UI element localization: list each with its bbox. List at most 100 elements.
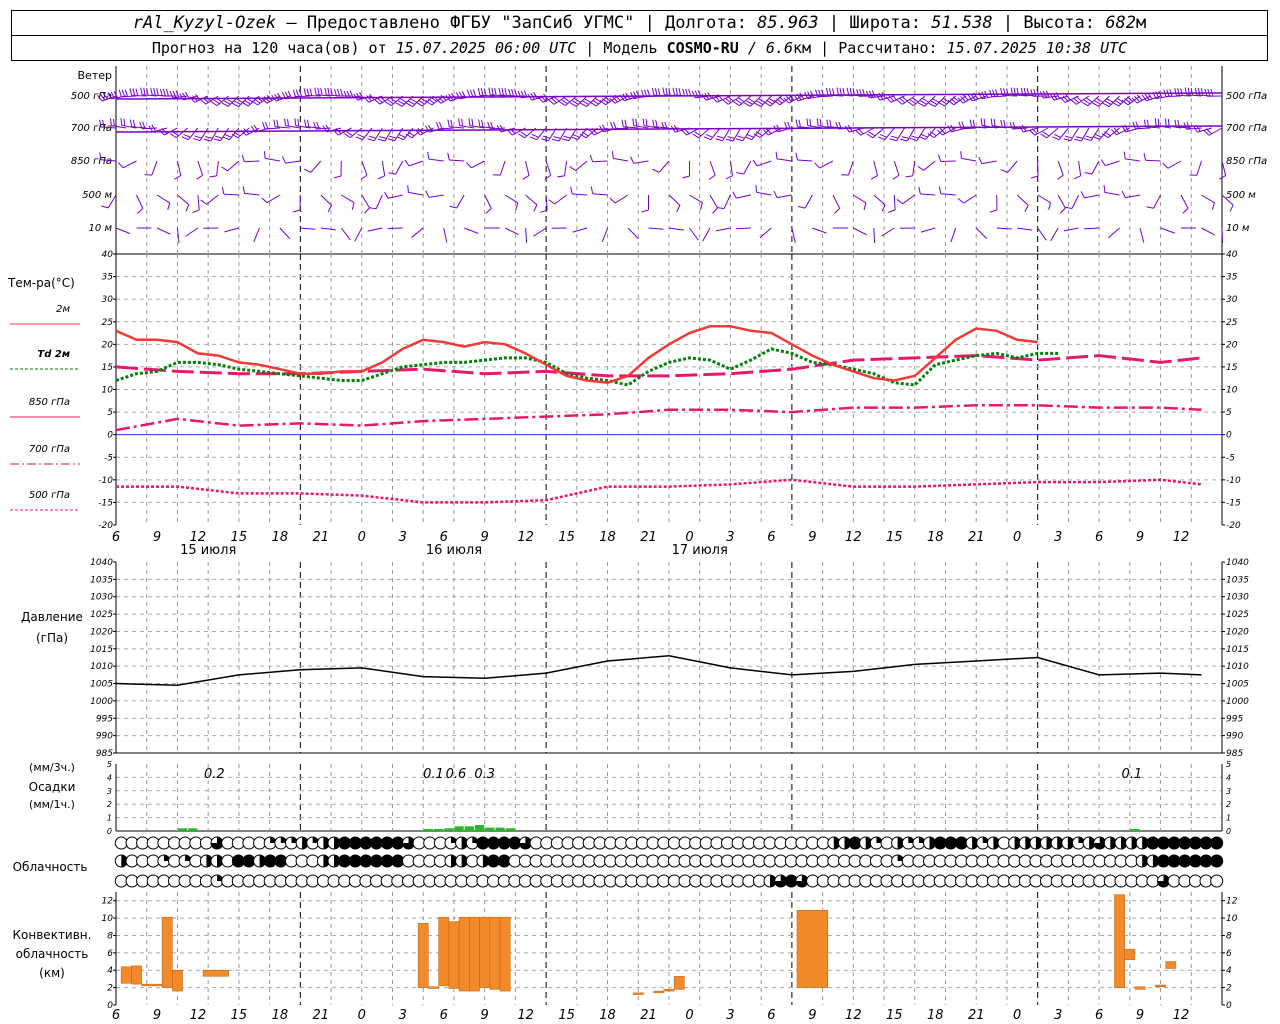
wind-barb-shaft	[1153, 194, 1162, 209]
wind-barb-flag	[611, 151, 614, 159]
wind-barb-flag	[447, 152, 450, 161]
wind-barb-flag	[662, 87, 665, 95]
wind-barb	[855, 127, 875, 136]
temperature-tick-label-right: 40	[1226, 250, 1238, 260]
wind-barb-flag	[918, 186, 921, 195]
wind-barb-flag	[589, 154, 594, 162]
wind-barb-flag	[333, 175, 342, 179]
wind-barb-shaft	[381, 160, 386, 176]
wind-barb	[1146, 194, 1162, 209]
wind-barb	[1084, 227, 1100, 230]
wind-barb-flag	[404, 159, 410, 167]
wind-barb-flag	[337, 88, 340, 97]
wind-barb-flag	[192, 209, 200, 214]
wind-barb-shaft	[361, 194, 370, 209]
wind-barb	[589, 154, 608, 163]
wind-barb	[797, 194, 813, 209]
wind-barb-flag	[511, 88, 515, 97]
wind-barb-shaft	[920, 227, 936, 233]
convective-cloud-bar	[489, 916, 501, 990]
wind-barb-shaft	[1125, 158, 1141, 162]
wind-barb-flag	[682, 88, 686, 97]
wind-barb	[533, 227, 547, 237]
wind-barb-flag	[143, 87, 146, 96]
wind-barb	[279, 227, 291, 240]
precip-bar	[444, 828, 454, 831]
wind-barb-shaft	[545, 160, 552, 176]
wind-barb	[177, 194, 190, 212]
wind-barb-flag	[200, 199, 207, 205]
wind-barb-shaft	[902, 194, 916, 205]
wind-barb	[158, 127, 178, 136]
wind-barb-flag	[167, 202, 171, 211]
convective-cloud-bar	[120, 966, 132, 984]
wind-barb-flag	[304, 168, 312, 173]
wind-barb	[181, 127, 199, 141]
convective-axis-label-2: облачность	[16, 947, 89, 961]
wind-barb	[361, 194, 370, 214]
precip-3h-label: 0.1	[1122, 767, 1143, 782]
wind-barb-flag	[101, 205, 109, 209]
wind-barb-shaft	[1016, 194, 1029, 206]
convective-cloud-bar	[438, 916, 450, 987]
wind-barb-shaft	[320, 194, 332, 206]
wind-barb-shaft	[572, 227, 588, 233]
wind-barb	[570, 127, 588, 141]
wind-barb-flag	[635, 118, 638, 127]
wind-barb-shaft	[1017, 227, 1033, 231]
wind-barb-flag	[480, 88, 484, 96]
wind-barb-flag	[458, 118, 461, 126]
wind-barb-shaft	[804, 194, 813, 209]
wind-barb-flag	[447, 119, 450, 127]
wind-barb-shaft	[1104, 191, 1120, 196]
wind-barb	[1100, 159, 1120, 167]
wind-barb-flag	[487, 122, 491, 130]
wind-barb	[1189, 160, 1202, 176]
precip-tick-label-right: 1	[1226, 814, 1231, 823]
wind-barb	[892, 160, 900, 180]
wind-barb-shaft	[873, 194, 886, 206]
wind-barb-shaft	[689, 194, 703, 204]
convective-cloud-bar	[428, 986, 439, 989]
wind-barb	[1070, 95, 1090, 105]
x-tick-label: 0	[685, 1008, 693, 1023]
wind-barb-flag	[1180, 88, 1183, 96]
wind-barb-flag	[306, 119, 310, 128]
wind-barb-flag	[651, 88, 655, 96]
precip-bar	[423, 828, 433, 831]
temperature-axis-label: Тем-ра(°C)	[7, 276, 75, 290]
wind-barb	[832, 194, 841, 214]
x-tick-label: 6	[1095, 530, 1103, 545]
wind-barb-flag	[868, 90, 873, 98]
wind-barb-flag	[169, 90, 174, 99]
wind-barb	[572, 227, 588, 233]
wind-barb-flag	[826, 88, 829, 96]
convective-cloud-bar	[417, 923, 429, 988]
wind-barb-flag	[261, 122, 266, 130]
wind-level-label-left: 10 м	[89, 223, 113, 234]
wind-barb-shaft	[354, 227, 363, 242]
wind-barb-flag	[242, 186, 245, 194]
precip-tick-label-left: 3	[107, 787, 112, 796]
wind-barb	[368, 194, 383, 210]
pressure-tick-label-left: 1030	[90, 593, 113, 603]
wind-barb-shaft	[1139, 227, 1145, 243]
wind-barb	[873, 227, 876, 244]
wind-barb	[744, 127, 762, 141]
wind-barb	[1162, 160, 1182, 169]
wind-barb-flag	[471, 118, 474, 127]
wind-barb-flag	[303, 88, 307, 96]
wind-barb	[425, 95, 445, 106]
wind-barb-flag	[678, 88, 682, 96]
wind-barb-flag	[449, 205, 457, 209]
pressure-tick-label-right: 1040	[1226, 558, 1249, 568]
wind-barb-shaft	[702, 227, 711, 242]
x-tick-label: 15	[231, 1008, 248, 1023]
wind-barb	[355, 127, 373, 141]
wind-barb-flag	[172, 90, 177, 98]
wind-barb-flag	[570, 186, 573, 195]
wind-barb-flag	[1162, 162, 1169, 169]
wind-barb-shaft	[757, 160, 772, 167]
wind-barb-flag	[522, 175, 530, 180]
wind-barb-flag	[993, 118, 996, 127]
